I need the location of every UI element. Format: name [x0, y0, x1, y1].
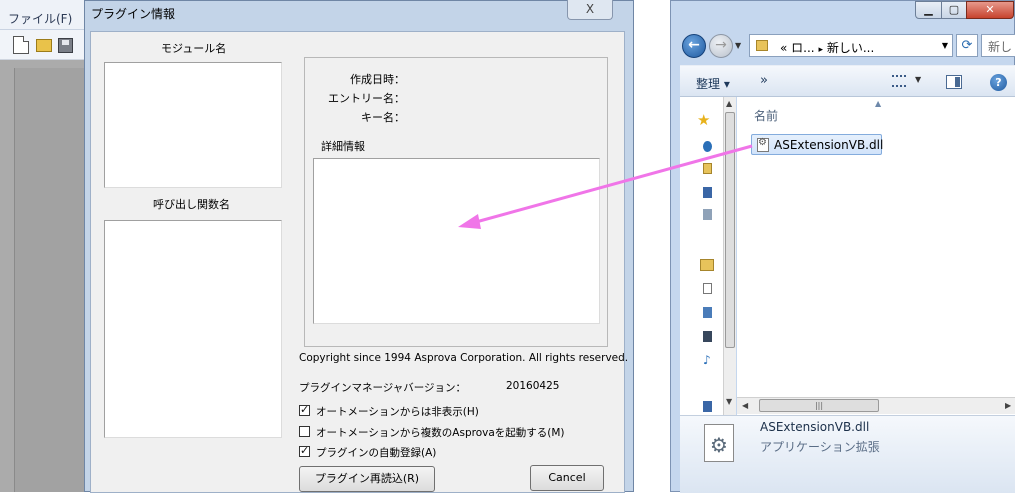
copyright-text: Copyright since 1994 Asprova Corporation…	[299, 352, 629, 364]
view-options-icon[interactable]	[892, 75, 906, 87]
pictures-icon[interactable]	[703, 307, 712, 318]
auto-register-checkbox[interactable]	[299, 444, 310, 457]
menu-file[interactable]: ファイル(F)	[8, 10, 72, 27]
minimize-icon: ▁	[924, 3, 933, 16]
details-file-name: ASExtensionVB.dll	[760, 420, 870, 434]
music-icon[interactable]: ♪	[703, 353, 711, 367]
background-app-window: ファイル(F)	[0, 0, 90, 492]
back-arrow-icon: ←	[688, 37, 700, 53]
scroll-up-icon[interactable]: ▲	[726, 99, 732, 108]
reload-plugins-button[interactable]: プラグイン再読込(R)	[299, 466, 435, 492]
history-dropdown-icon[interactable]: ▼	[735, 41, 741, 50]
refresh-button[interactable]: ⟳	[956, 34, 978, 57]
menu-bar: ファイル(F)	[0, 0, 90, 30]
column-header-name[interactable]: 名前	[754, 107, 778, 124]
dll-file-large-icon	[704, 424, 734, 462]
function-name-label: 呼び出し関数名	[153, 198, 230, 211]
view-dropdown-icon[interactable]: ▼	[915, 75, 921, 84]
close-button[interactable]: X	[567, 0, 613, 20]
organize-menu[interactable]: 整理 ▾	[696, 75, 730, 92]
horizontal-scrollbar[interactable]: ◀ ||| ▶	[737, 397, 1015, 414]
entry-name-label: エントリー名：	[328, 92, 405, 105]
refresh-icon: ⟳	[961, 38, 973, 53]
window-controls: ▁ ▢ ✕	[915, 1, 1015, 19]
file-item-asextensionvb[interactable]: ASExtensionVB.dll	[751, 134, 884, 155]
horizontal-scroll-thumb[interactable]: |||	[759, 399, 879, 412]
workspace-panel	[14, 68, 90, 492]
scroll-down-icon[interactable]: ▼	[726, 397, 732, 406]
forward-arrow-icon: →	[715, 37, 727, 53]
new-file-icon[interactable]	[13, 36, 29, 54]
address-crumb-1[interactable]: ロ...	[791, 41, 814, 55]
address-bar[interactable]: « ロ... ▸ 新しい... ▼	[749, 34, 953, 57]
more-commands[interactable]: »	[760, 73, 768, 88]
plugin-info-dialog: プラグイン情報 X モジュール名 呼び出し関数名 作成日時： エントリー名： キ…	[84, 0, 634, 493]
hide-from-automation-label[interactable]: オートメーションからは非表示(H)	[316, 404, 479, 419]
favorites-star-icon[interactable]: ★	[697, 111, 710, 129]
maximize-button[interactable]: ▢	[941, 1, 967, 19]
file-item-label: ASExtensionVB.dll	[774, 138, 884, 152]
onedrive-icon[interactable]	[703, 141, 712, 152]
folder-icon[interactable]	[703, 163, 712, 174]
address-crumb-2[interactable]: 新しい...	[827, 41, 874, 55]
pm-version-value: 20160425	[506, 380, 560, 392]
search-input[interactable]: 新し	[981, 34, 1015, 57]
address-prefix: «	[780, 41, 788, 55]
file-list-pane: ▲ 名前 ASExtensionVB.dll	[737, 97, 1015, 415]
multi-launch-checkbox[interactable]	[299, 426, 310, 437]
close-window-button[interactable]: ✕	[966, 1, 1014, 19]
dialog-client-area: モジュール名 呼び出し関数名 作成日時： エントリー名： キー名： 詳細情報 C…	[90, 31, 629, 493]
forward-button[interactable]: →	[709, 34, 733, 58]
address-separator: ▸	[818, 45, 823, 55]
dialog-title: プラグイン情報	[91, 7, 176, 21]
minimize-button[interactable]: ▁	[915, 1, 942, 19]
libraries-icon[interactable]	[700, 259, 714, 271]
address-path: « ロ... ▸ 新しい...	[780, 39, 874, 56]
navigation-scroll-thumb[interactable]	[725, 112, 735, 348]
folder-icon	[756, 40, 768, 51]
pm-version-label: プラグインマネージャバージョン：	[299, 382, 467, 394]
open-folder-icon[interactable]	[36, 39, 52, 52]
info-panel: 作成日時： エントリー名： キー名： 詳細情報	[304, 57, 608, 347]
computer-icon[interactable]	[703, 401, 712, 412]
back-button[interactable]: ←	[682, 34, 706, 58]
preview-pane-icon[interactable]	[946, 75, 962, 89]
auto-register-label[interactable]: プラグインの自動登録(A)	[316, 445, 436, 460]
recent-places-icon[interactable]	[703, 209, 712, 220]
command-bar: 整理 ▾ » ▼ ?	[680, 65, 1015, 97]
address-dropdown-icon[interactable]: ▼	[942, 41, 948, 50]
sort-ascending-icon: ▲	[875, 99, 882, 108]
cancel-button[interactable]: Cancel	[530, 465, 604, 491]
save-icon[interactable]	[58, 38, 73, 53]
hide-from-automation-checkbox[interactable]	[299, 403, 310, 416]
created-label: 作成日時：	[350, 73, 405, 86]
details-pane: ASExtensionVB.dll アプリケーション拡張	[680, 415, 1015, 493]
function-name-list[interactable]	[104, 220, 282, 438]
details-textbox[interactable]	[313, 158, 600, 324]
explorer-window: ▁ ▢ ✕ ← → ▼ « ロ... ▸ 新しい... ▼ ⟳ 新し 整理 ▾ …	[670, 0, 1015, 493]
details-label: 詳細情報	[321, 140, 365, 153]
dll-file-icon	[757, 137, 769, 152]
desktop-icon[interactable]	[703, 187, 712, 198]
maximize-icon: ▢	[948, 3, 960, 16]
navigation-scrollbar[interactable]: ▲ ▼	[723, 97, 736, 415]
close-icon: X	[585, 2, 595, 16]
documents-icon[interactable]	[703, 283, 712, 294]
module-name-label: モジュール名	[161, 42, 227, 55]
scroll-left-icon[interactable]: ◀	[742, 401, 748, 410]
videos-icon[interactable]	[703, 331, 712, 342]
details-file-type: アプリケーション拡張	[760, 440, 880, 454]
close-icon: ✕	[985, 3, 995, 16]
multi-launch-label[interactable]: オートメーションから複数のAsprovaを起動する(M)	[316, 425, 565, 440]
key-name-label: キー名：	[361, 111, 405, 124]
scroll-right-icon[interactable]: ▶	[1005, 401, 1011, 410]
help-icon[interactable]: ?	[990, 74, 1007, 91]
module-name-list[interactable]	[104, 62, 282, 188]
